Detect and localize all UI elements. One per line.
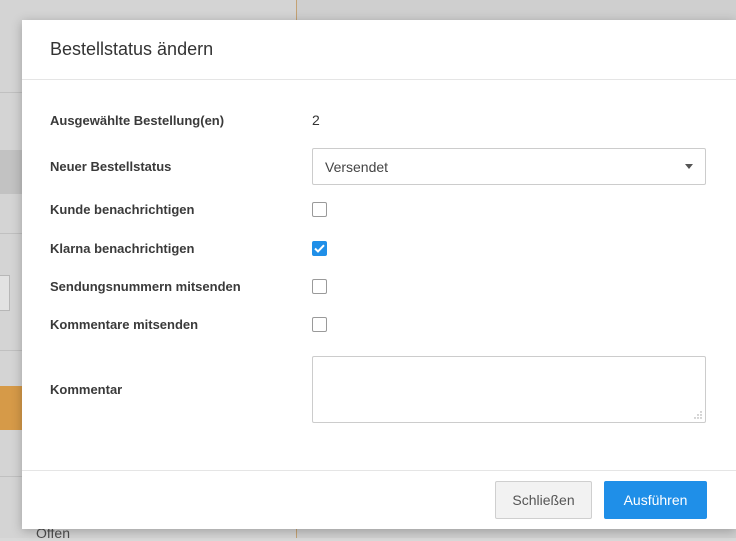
- background-row-band: [0, 150, 22, 194]
- chevron-down-icon: [685, 164, 693, 169]
- checkmark-icon: [314, 244, 325, 253]
- row-send-comments: Kommentare mitsenden: [50, 317, 708, 332]
- dialog-header: Bestellstatus ändern: [22, 20, 736, 80]
- row-send-tracking: Sendungsnummern mitsenden: [50, 279, 708, 294]
- background-rule: [0, 476, 22, 477]
- execute-button[interactable]: Ausführen: [604, 481, 707, 519]
- dialog-title: Bestellstatus ändern: [50, 39, 214, 59]
- row-selected-orders: Ausgewählte Bestellung(en) 2: [50, 112, 708, 128]
- row-notify-customer: Kunde benachrichtigen: [50, 202, 708, 217]
- notify-klarna-label: Klarna benachrichtigen: [50, 241, 195, 256]
- background-rule: [0, 233, 22, 234]
- row-comment: Kommentar: [50, 356, 708, 423]
- comment-label: Kommentar: [50, 382, 123, 397]
- send-tracking-label: Sendungsnummern mitsenden: [50, 279, 241, 294]
- notify-customer-label: Kunde benachrichtigen: [50, 202, 195, 217]
- notify-klarna-checkbox[interactable]: [312, 241, 327, 256]
- background-input: [0, 275, 10, 311]
- send-comments-label: Kommentare mitsenden: [50, 317, 199, 332]
- selected-orders-label: Ausgewählte Bestellung(en): [50, 112, 225, 128]
- selected-orders-count: 2: [312, 112, 320, 128]
- notify-customer-checkbox[interactable]: [312, 202, 327, 217]
- row-new-status: Neuer Bestellstatus Versendet: [50, 148, 708, 185]
- order-status-selected-value: Versendet: [325, 158, 389, 175]
- order-status-select[interactable]: Versendet: [312, 148, 706, 185]
- send-comments-checkbox[interactable]: [312, 317, 327, 332]
- background-rule: [0, 350, 22, 351]
- comment-textarea[interactable]: [312, 356, 706, 423]
- dialog-footer: Schließen Ausführen: [22, 470, 736, 529]
- row-notify-klarna: Klarna benachrichtigen: [50, 241, 708, 256]
- background-rule: [0, 92, 22, 93]
- change-order-status-dialog: Bestellstatus ändern Ausgewählte Bestell…: [22, 20, 736, 529]
- resize-grip-icon[interactable]: [693, 410, 702, 419]
- background-highlight-row: [0, 386, 22, 430]
- send-tracking-checkbox[interactable]: [312, 279, 327, 294]
- new-status-label: Neuer Bestellstatus: [50, 159, 172, 174]
- close-button[interactable]: Schließen: [495, 481, 592, 519]
